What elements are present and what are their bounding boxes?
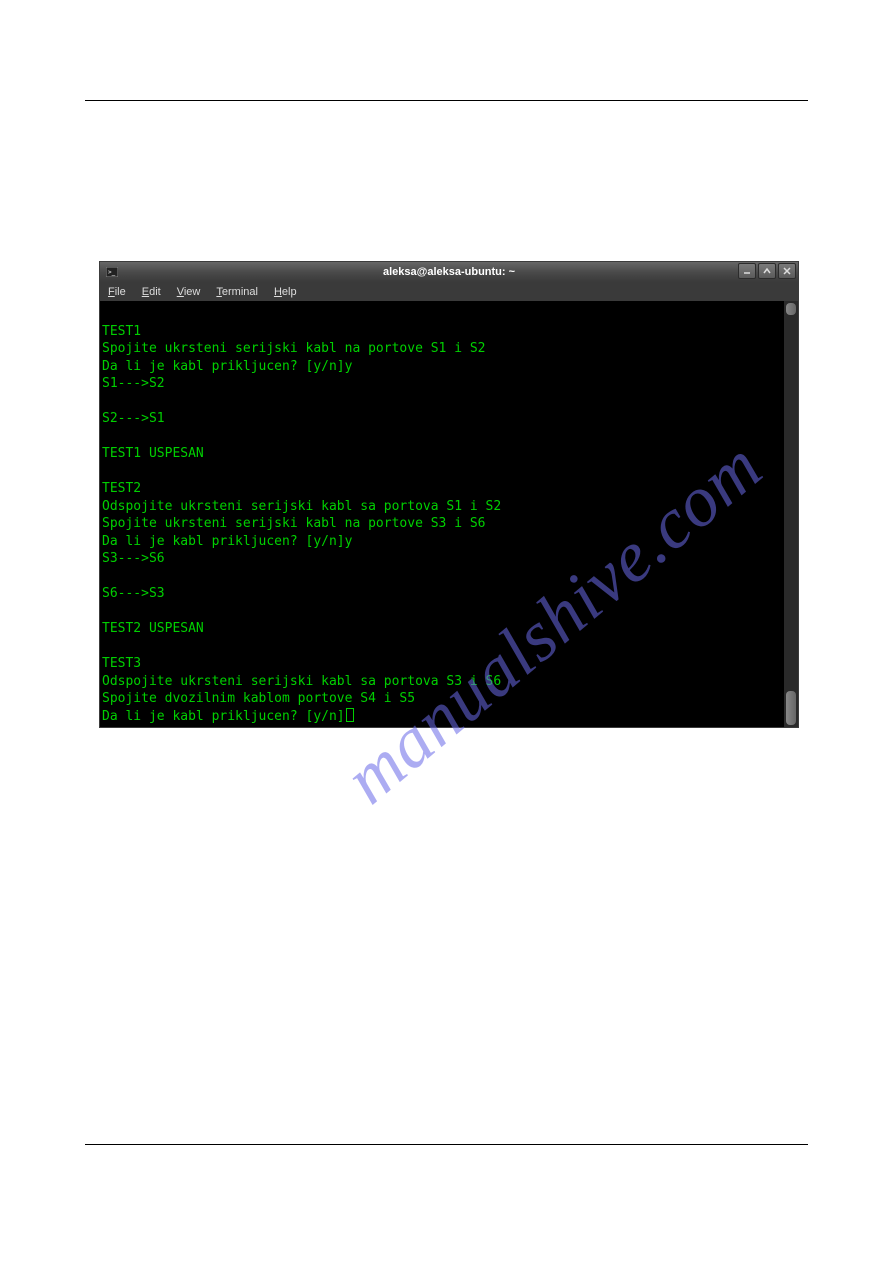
minimize-button[interactable]: [738, 263, 756, 279]
terminal-line: TEST1: [100, 323, 784, 341]
terminal-line: Odspojite ukrsteni serijski kabl sa port…: [100, 498, 784, 516]
terminal-line: [100, 568, 784, 586]
terminal-line: [100, 463, 784, 481]
terminal-line: TEST3: [100, 655, 784, 673]
document-page: >_ aleksa@aleksa-ubuntu: ~: [0, 0, 893, 1263]
terminal-line: S3--->S6: [100, 550, 784, 568]
terminal-line: [100, 603, 784, 621]
scrollbar-thumb-bottom[interactable]: [786, 691, 796, 725]
terminal-line: Odspojite ukrsteni serijski kabl sa port…: [100, 673, 784, 691]
scrollbar-track[interactable]: [786, 303, 796, 725]
terminal-line: [100, 428, 784, 446]
terminal-output[interactable]: TEST1Spojite ukrsteni serijski kabl na p…: [100, 301, 784, 727]
terminal-line: TEST2: [100, 480, 784, 498]
terminal-line: TEST2 USPESAN: [100, 620, 784, 638]
menu-file[interactable]: File: [108, 286, 126, 298]
terminal-line: TEST1 USPESAN: [100, 445, 784, 463]
terminal-line: [100, 638, 784, 656]
terminal-line: S1--->S2: [100, 375, 784, 393]
menu-terminal[interactable]: Terminal: [216, 286, 258, 298]
window-title: aleksa@aleksa-ubuntu: ~: [100, 266, 798, 278]
terminal-prompt-line: Da li je kabl prikljucen? [y/n]: [100, 708, 784, 726]
window-menubar: File Edit View Terminal Help: [100, 282, 798, 301]
maximize-button[interactable]: [758, 263, 776, 279]
input-cursor: [346, 708, 354, 722]
terminal-line: Spojite ukrsteni serijski kabl na portov…: [100, 340, 784, 358]
terminal-line: Spojite dvozilnim kablom portove S4 i S5: [100, 690, 784, 708]
window-titlebar[interactable]: >_ aleksa@aleksa-ubuntu: ~: [100, 262, 798, 282]
divider-top: [85, 100, 808, 101]
close-button[interactable]: [778, 263, 796, 279]
terminal-line: [100, 393, 784, 411]
menu-help[interactable]: Help: [274, 286, 297, 298]
terminal-line: S6--->S3: [100, 585, 784, 603]
terminal-line: S2--->S1: [100, 410, 784, 428]
terminal-line: Da li je kabl prikljucen? [y/n]y: [100, 533, 784, 551]
menu-view[interactable]: View: [177, 286, 201, 298]
terminal-body-wrap: TEST1Spojite ukrsteni serijski kabl na p…: [100, 301, 798, 727]
terminal-app-icon: >_: [106, 267, 118, 277]
vertical-scrollbar[interactable]: [784, 301, 798, 727]
terminal-line: [100, 305, 784, 323]
menu-edit[interactable]: Edit: [142, 286, 161, 298]
divider-bottom: [85, 1144, 808, 1145]
scrollbar-thumb-top[interactable]: [786, 303, 796, 315]
svg-text:>_: >_: [108, 269, 116, 276]
terminal-line: Da li je kabl prikljucen? [y/n]y: [100, 358, 784, 376]
terminal-line: Spojite ukrsteni serijski kabl na portov…: [100, 515, 784, 533]
terminal-window: >_ aleksa@aleksa-ubuntu: ~: [99, 261, 799, 728]
window-controls: [738, 263, 796, 279]
